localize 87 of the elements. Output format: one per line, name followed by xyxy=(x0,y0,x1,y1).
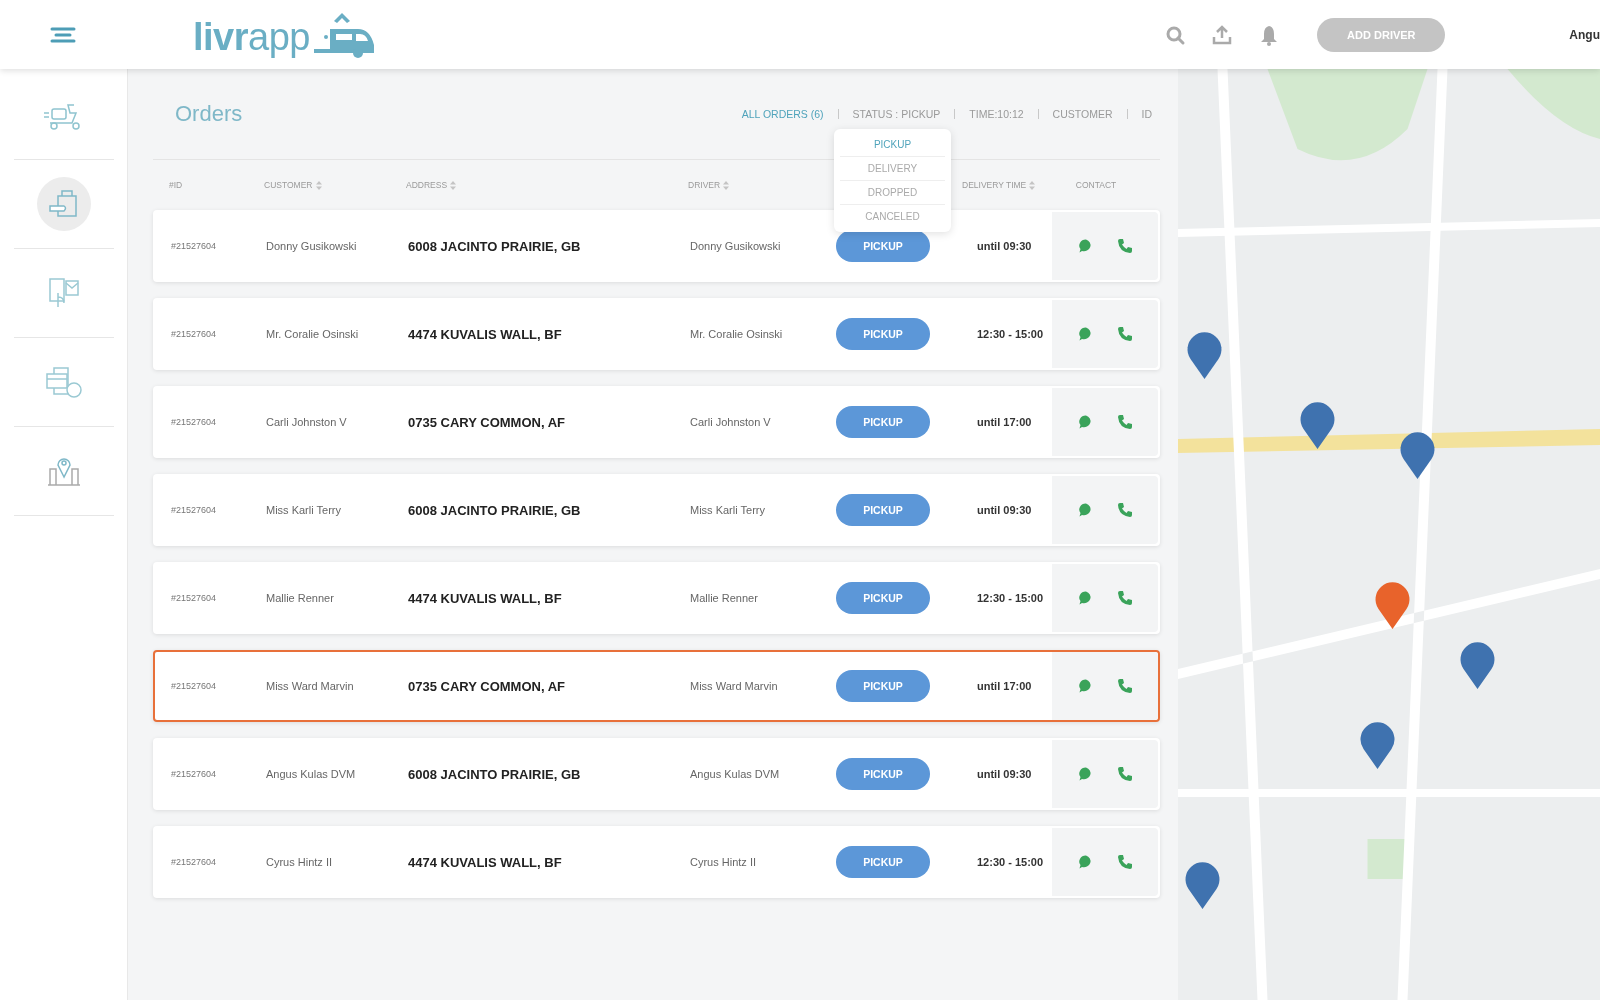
order-card[interactable]: #21527604 Miss Ward Marvin 0735 CARY COMMON, AF Miss Ward Marvin PICKUP until 17:00 xyxy=(153,650,1160,722)
filter-tab[interactable]: TIME:10:12 xyxy=(969,108,1024,120)
order-card[interactable]: #21527604 Angus Kulas DVM 6008 JACINTO PRAIRIE, GB Angus Kulas DVM PICKUP until 09:30 xyxy=(153,738,1160,810)
filter-tab[interactable]: STATUS : PICKUP xyxy=(852,108,941,120)
customer-name: Carli Johnston V xyxy=(266,416,348,428)
delivery-time: until 09:30 xyxy=(976,240,1033,252)
delivery-time: 12:30 - 15:00 xyxy=(976,592,1045,604)
order-id: #21527604 xyxy=(171,769,218,779)
upload-icon[interactable] xyxy=(1211,23,1234,46)
phone-icon[interactable] xyxy=(1116,854,1133,870)
address: 4474 KUVALIS WALL, BF xyxy=(408,590,563,606)
delivery-time: 12:30 - 15:00 xyxy=(976,328,1045,340)
status-option[interactable]: DROPPED xyxy=(840,181,945,205)
delivery-time: 12:30 - 15:00 xyxy=(976,856,1045,868)
column-header: CONTACT xyxy=(1075,180,1117,190)
sort-icon[interactable] xyxy=(1029,180,1036,190)
customer-name: Mr. Coralie Osinski xyxy=(266,328,360,340)
status-button[interactable]: PICKUP xyxy=(836,846,930,878)
delivery-time: until 17:00 xyxy=(976,680,1033,692)
address: 4474 KUVALIS WALL, BF xyxy=(408,854,563,870)
order-card[interactable]: #21527604 Mallie Renner 4474 KUVALIS WALL, BF Mallie Renner PICKUP 12:30 - 15:00 xyxy=(153,562,1160,634)
phone-icon[interactable] xyxy=(1116,502,1133,518)
page-title: Orders xyxy=(175,101,244,127)
status-option[interactable]: DELIVERY xyxy=(840,157,945,181)
filter-tab[interactable]: CUSTOMER xyxy=(1052,108,1113,120)
sort-icon[interactable] xyxy=(450,180,457,190)
order-id: #21527604 xyxy=(171,241,218,251)
status-option[interactable]: PICKUP xyxy=(840,133,945,157)
phone-icon[interactable] xyxy=(1116,238,1133,254)
status-button[interactable]: PICKUP xyxy=(836,318,930,350)
address: 6008 JACINTO PRAIRIE, GB xyxy=(408,502,582,518)
order-id: #21527604 xyxy=(171,329,218,339)
order-card[interactable]: #21527604 Carli Johnston V 0735 CARY COMMON, AF Carli Johnston V PICKUP until 17:00 xyxy=(153,386,1160,458)
filter-tab[interactable]: ID xyxy=(1141,108,1152,120)
status-button[interactable]: PICKUP xyxy=(836,582,930,614)
delivery-time: until 09:30 xyxy=(976,504,1033,516)
status-button[interactable]: PICKUP xyxy=(836,758,930,790)
customer-name: Cyrus Hintz II xyxy=(266,856,333,868)
order-id: #21527604 xyxy=(171,417,218,427)
column-header[interactable]: DRIVER xyxy=(688,180,721,190)
address: 4474 KUVALIS WALL, BF xyxy=(408,326,563,342)
chat-icon[interactable] xyxy=(1077,502,1094,518)
status-button[interactable]: PICKUP xyxy=(836,494,930,526)
order-card[interactable]: #21527604 Mr. Coralie Osinski 4474 KUVALIS WALL, BF Mr. Coralie Osinski PICKUP 12:30 - 15:00 xyxy=(153,298,1160,370)
phone-icon[interactable] xyxy=(1116,678,1133,694)
customer-name: Donny Gusikowski xyxy=(266,240,358,252)
status-button[interactable]: PICKUP xyxy=(836,230,930,262)
sort-icon[interactable] xyxy=(315,180,322,190)
logo-text: livrapp xyxy=(193,15,310,59)
customer-name: Miss Ward Marvin xyxy=(266,680,355,692)
status-button[interactable]: PICKUP xyxy=(836,670,930,702)
filter-tab[interactable]: ALL ORDERS (6) xyxy=(741,108,824,120)
order-id: #21527604 xyxy=(171,857,218,867)
address: 0735 CARY COMMON, AF xyxy=(408,414,566,430)
order-id: #21527604 xyxy=(171,681,218,691)
add-driver-button[interactable]: ADD DRIVER xyxy=(1317,17,1446,52)
user-name[interactable]: Angu xyxy=(1569,27,1600,42)
order-card[interactable]: #21527604 Cyrus Hintz II 4474 KUVALIS WALL, BF Cyrus Hintz II PICKUP 12:30 - 15:00 xyxy=(153,826,1160,898)
customer-name: Mallie Renner xyxy=(266,592,335,604)
driver-name: Angus Kulas DVM xyxy=(690,768,781,780)
driver-name: Cyrus Hintz II xyxy=(690,856,757,868)
sort-icon[interactable] xyxy=(723,180,730,190)
order-card[interactable]: #21527604 Miss Karli Terry 6008 JACINTO PRAIRIE, GB Miss Karli Terry PICKUP until 09:30 xyxy=(153,474,1160,546)
driver-name: Miss Ward Marvin xyxy=(690,680,779,692)
customer-name: Angus Kulas DVM xyxy=(266,768,357,780)
delivery-time: until 17:00 xyxy=(976,416,1033,428)
phone-icon[interactable] xyxy=(1116,326,1133,342)
customer-name: Miss Karli Terry xyxy=(266,504,342,516)
column-header[interactable]: DELIVERY TIME xyxy=(962,180,1027,190)
phone-icon[interactable] xyxy=(1116,590,1133,606)
driver-name: Miss Karli Terry xyxy=(690,504,766,516)
driver-name: Mr. Coralie Osinski xyxy=(690,328,784,340)
column-header[interactable]: CUSTOMER xyxy=(264,180,313,190)
status-button[interactable]: PICKUP xyxy=(836,406,930,438)
phone-icon[interactable] xyxy=(1116,414,1133,430)
phone-icon[interactable] xyxy=(1116,766,1133,782)
driver-name: Donny Gusikowski xyxy=(690,240,782,252)
driver-name: Carli Johnston V xyxy=(690,416,772,428)
column-header[interactable]: ADDRESS xyxy=(406,180,448,190)
column-header: #ID xyxy=(169,180,183,190)
address: 6008 JACINTO PRAIRIE, GB xyxy=(408,238,582,254)
driver-name: Mallie Renner xyxy=(690,592,759,604)
address: 0735 CARY COMMON, AF xyxy=(408,678,566,694)
address: 6008 JACINTO PRAIRIE, GB xyxy=(408,766,582,782)
order-id: #21527604 xyxy=(171,505,218,515)
delivery-time: until 09:30 xyxy=(976,768,1033,780)
order-id: #21527604 xyxy=(171,593,218,603)
